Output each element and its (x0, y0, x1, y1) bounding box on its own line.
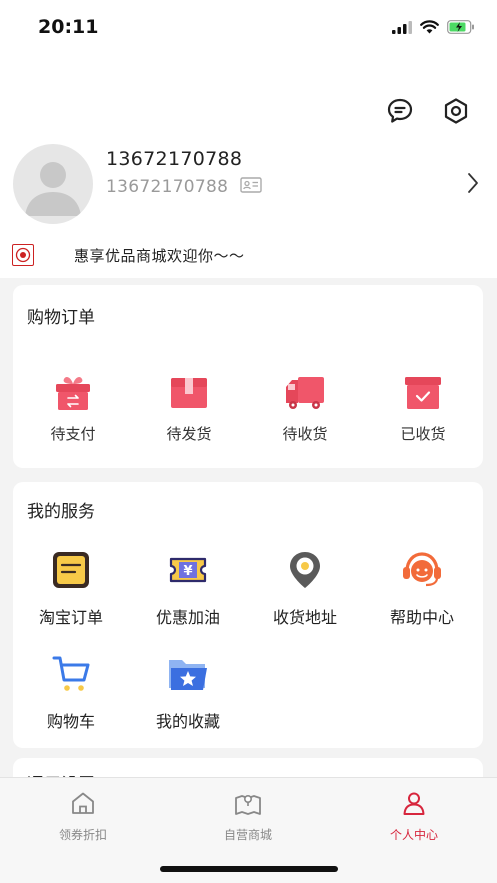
orders-title: 购物订单 (27, 308, 95, 328)
orders-card: 购物订单 待支付 待发货 待收货 已收货 (13, 285, 483, 468)
status-bar: 20:11 (0, 0, 497, 60)
tab-profile[interactable]: 个人中心 (354, 790, 474, 843)
favorites-folder-icon (167, 654, 209, 698)
services-card: 我的服务 淘宝订单 ¥ 优惠加油 收货地址 帮助中心 购物车 我的收藏 (13, 482, 483, 748)
tab-mall[interactable]: 自营商城 (188, 790, 308, 843)
tab-coupons[interactable]: 领券折扣 (23, 790, 143, 843)
avatar[interactable] (13, 144, 93, 224)
profile-header: 13672170788 13672170788 惠享优品商城欢迎你～～ (0, 60, 497, 278)
service-help-center-label: 帮助中心 (389, 608, 454, 627)
welcome-banner: 惠享优品商城欢迎你～～ (12, 244, 245, 266)
person-icon (401, 790, 427, 820)
fuel-coupon-icon: ¥ (167, 550, 209, 594)
username: 13672170788 (106, 148, 243, 170)
phone-number: 13672170788 (106, 177, 229, 197)
truck-icon (284, 375, 326, 415)
home-indicator (160, 866, 338, 872)
order-received[interactable]: 已收货 (373, 375, 473, 444)
service-fuel-discount[interactable]: ¥ 优惠加油 (133, 550, 243, 628)
order-pending-receipt-label: 待收货 (282, 425, 328, 443)
tab-profile-label: 个人中心 (389, 828, 438, 842)
phone-row: 13672170788 (106, 177, 262, 197)
services-title: 我的服务 (27, 502, 95, 522)
gift-box-icon (54, 375, 92, 415)
service-my-favorites[interactable]: 我的收藏 (133, 654, 243, 732)
svg-text:¥: ¥ (183, 564, 192, 579)
service-shipping-address[interactable]: 收货地址 (250, 550, 360, 628)
order-pending-payment-label: 待支付 (50, 425, 96, 443)
order-pending-shipment[interactable]: 待发货 (139, 375, 239, 444)
service-taobao-orders[interactable]: 淘宝订单 (16, 550, 126, 628)
chevron-right-icon[interactable] (467, 172, 479, 198)
headset-icon (401, 550, 443, 594)
order-received-label: 已收货 (400, 425, 446, 443)
service-shopping-cart-label: 购物车 (46, 712, 95, 731)
settings-icon[interactable] (441, 96, 471, 126)
map-icon (234, 790, 262, 820)
order-pending-receipt[interactable]: 待收货 (255, 375, 355, 444)
service-shopping-cart[interactable]: 购物车 (16, 654, 126, 732)
service-help-center[interactable]: 帮助中心 (367, 550, 477, 628)
service-my-favorites-label: 我的收藏 (155, 712, 220, 731)
package-icon (170, 375, 208, 415)
message-icon[interactable] (385, 96, 415, 126)
tab-coupons-label: 领券折扣 (58, 828, 107, 842)
wifi-icon (420, 19, 439, 38)
service-fuel-discount-label: 优惠加油 (155, 608, 220, 627)
location-pin-icon (285, 550, 325, 594)
signal-icon (392, 19, 412, 38)
status-time: 20:11 (38, 16, 99, 38)
tab-mall-label: 自营商城 (223, 828, 272, 842)
service-shipping-address-label: 收货地址 (272, 608, 337, 627)
cart-icon (51, 654, 91, 698)
battery-icon (447, 19, 475, 38)
order-list-icon (51, 550, 91, 594)
received-box-icon (404, 375, 442, 415)
status-icons (392, 19, 475, 38)
shop-logo-icon (12, 244, 34, 266)
order-pending-shipment-label: 待发货 (166, 425, 212, 443)
order-pending-payment[interactable]: 待支付 (23, 375, 123, 444)
id-card-icon (240, 177, 262, 197)
service-taobao-orders-label: 淘宝订单 (38, 608, 103, 627)
welcome-text: 惠享优品商城欢迎你～～ (74, 246, 245, 265)
home-icon (70, 790, 96, 820)
